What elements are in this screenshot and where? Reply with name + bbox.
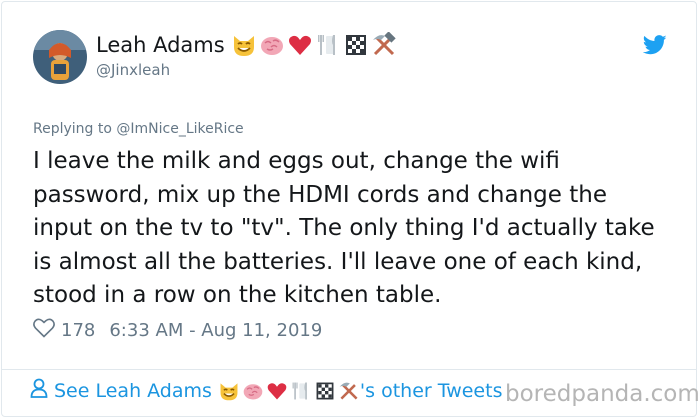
checkered-square-emoji-icon	[345, 35, 366, 55]
tweet-text: I leave the milk and eggs out, change th…	[33, 148, 655, 308]
footer-divider	[1, 369, 697, 370]
person-icon	[30, 378, 48, 403]
red-heart-emoji-icon	[288, 35, 311, 55]
twitter-bird-icon[interactable]	[642, 35, 667, 59]
reply-target-link[interactable]: @ImNice_LikeRice	[116, 121, 243, 137]
avatar[interactable]	[33, 30, 87, 84]
brain-emoji-icon	[243, 383, 263, 399]
red-heart-emoji-icon	[267, 382, 287, 399]
author-handle[interactable]: @Jinxleah	[96, 61, 170, 79]
author-name-row: Leah Adams	[96, 32, 397, 58]
fork-and-knife-emoji-icon	[317, 35, 335, 55]
footer-name-emojis	[216, 380, 360, 402]
replying-to-label: Replying to	[33, 121, 117, 137]
cat-face-emoji-icon	[233, 36, 254, 56]
tweet-timestamp[interactable]: 6:33 AM - Aug 11, 2019	[109, 320, 322, 341]
see-other-tweets-prefix: See Leah Adams	[54, 379, 212, 402]
name-emojis	[229, 32, 397, 58]
hammer-and-pick-emoji-icon	[372, 32, 396, 56]
checkered-square-emoji-icon	[316, 382, 334, 399]
see-other-tweets-link[interactable]: See Leah Adams 's other Tweets	[30, 378, 502, 403]
fork-and-knife-emoji-icon	[292, 382, 307, 399]
like-count[interactable]: 178	[61, 320, 95, 341]
boredpanda-watermark: boredpanda.com	[505, 381, 700, 407]
hammer-and-pick-emoji-icon	[339, 382, 358, 400]
author-name[interactable]: Leah Adams	[96, 33, 225, 57]
replying-to: Replying to @ImNice_LikeRice	[33, 121, 244, 137]
see-other-tweets-suffix: 's other Tweets	[359, 379, 503, 402]
brain-emoji-icon	[260, 37, 283, 55]
like-heart-icon[interactable]	[33, 318, 55, 343]
tweet-meta: 178 6:33 AM - Aug 11, 2019	[33, 318, 322, 343]
cat-face-emoji-icon	[220, 382, 238, 400]
avatar-image	[33, 30, 87, 84]
